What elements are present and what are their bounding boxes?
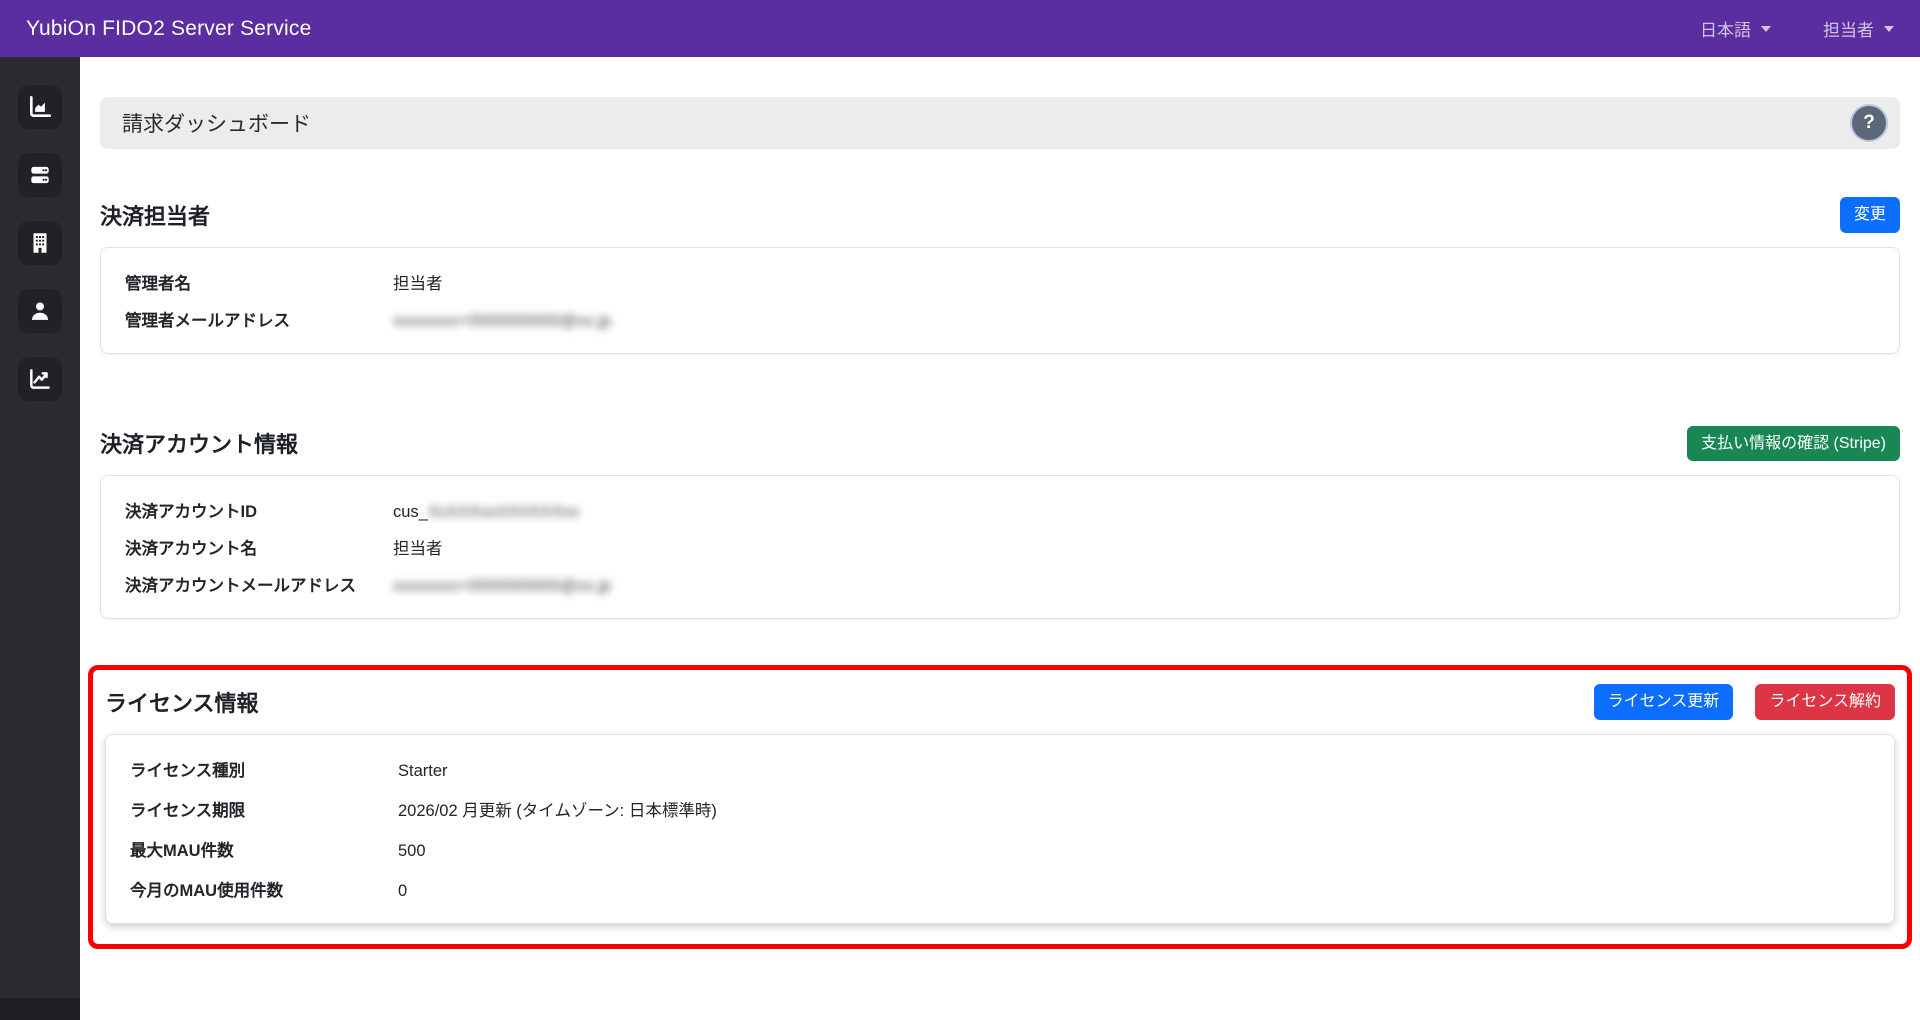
server-stack-icon (27, 162, 53, 188)
license-type-value: Starter (398, 761, 448, 780)
admin-email-value-redacted: xxxxxxxx+0000000000@xx.jp (393, 311, 612, 330)
payment-contact-section-head: 決済担当者 変更 (100, 197, 1900, 233)
table-row: 決済アカウント名 担当者 (125, 535, 1875, 559)
payment-contact-card: 管理者名 担当者 管理者メールアドレス xxxxxxxx+0000000000@… (100, 246, 1900, 354)
account-id-prefix: cus_ (393, 503, 428, 522)
license-heading: ライセンス情報 (105, 690, 259, 716)
payment-account-section-head: 決済アカウント情報 支払い情報の確認 (Stripe) (100, 425, 1900, 462)
account-id-value: cus_XxXXXxxXXXXXXxx (393, 503, 1875, 522)
account-name-label: 決済アカウント名 (125, 540, 257, 559)
account-id-redacted: XxXXXxxXXXXXXxx (427, 503, 580, 522)
line-chart-icon (27, 366, 53, 392)
license-expiry-label: ライセンス期限 (130, 801, 246, 820)
building-icon (27, 230, 53, 256)
account-menu-label: 担当者 (1823, 21, 1874, 40)
person-icon (27, 298, 53, 324)
chevron-down-icon (1884, 25, 1894, 32)
license-section-head: ライセンス情報 ライセンス更新 ライセンス解約 (105, 684, 1895, 720)
app-header: YubiOn FIDO2 Server Service 日本語 担当者 (0, 0, 1920, 57)
license-buttons: ライセンス更新 ライセンス解約 (1593, 684, 1895, 720)
area-chart-icon (27, 94, 53, 120)
main-content: 請求ダッシュボード ? 決済担当者 変更 管理者名 担当者 管理者メールアドレス… (80, 57, 1920, 1020)
table-row: 最大MAU件数 500 (130, 837, 1870, 861)
payment-account-card: 決済アカウントID cus_XxXXXxxXXXXXXxx 決済アカウント名 担… (100, 475, 1900, 620)
app-title: YubiOn FIDO2 Server Service (26, 16, 312, 40)
sidebar-bottom-strip (0, 998, 80, 1020)
payment-contact-heading: 決済担当者 (100, 203, 211, 229)
max-mau-value: 500 (398, 841, 426, 860)
sidebar-item-organization[interactable] (18, 221, 62, 265)
stripe-payment-info-button[interactable]: 支払い情報の確認 (Stripe) (1687, 425, 1900, 462)
admin-email-label: 管理者メールアドレス (125, 311, 290, 330)
payment-account-heading: 決済アカウント情報 (100, 432, 299, 458)
table-row: 管理者メールアドレス xxxxxxxx+0000000000@xx.jp (125, 307, 1875, 331)
help-icon[interactable]: ? (1852, 106, 1886, 140)
sidebar-item-servers[interactable] (18, 153, 62, 197)
admin-name-value: 担当者 (393, 274, 443, 293)
sidebar-item-statistics[interactable] (18, 357, 62, 401)
table-row: 今月のMAU使用件数 0 (130, 877, 1870, 901)
license-renew-button[interactable]: ライセンス更新 (1593, 684, 1734, 720)
table-row: 決済アカウントメールアドレス xxxxxxxx+0000000000@xx.jp (125, 572, 1875, 596)
table-row: ライセンス種別 Starter (130, 757, 1870, 781)
license-card: ライセンス種別 Starter ライセンス期限 2026/02 月更新 (タイム… (105, 733, 1895, 924)
change-button[interactable]: 変更 (1839, 197, 1900, 233)
current-mau-label: 今月のMAU使用件数 (130, 881, 284, 900)
account-email-label: 決済アカウントメールアドレス (125, 577, 356, 596)
chevron-down-icon (1761, 25, 1771, 32)
max-mau-label: 最大MAU件数 (130, 841, 234, 860)
sidebar-item-billing-dashboard[interactable] (18, 85, 62, 129)
table-row: 管理者名 担当者 (125, 270, 1875, 294)
account-menu[interactable]: 担当者 (1823, 16, 1894, 41)
license-cancel-button[interactable]: ライセンス解約 (1755, 684, 1895, 720)
license-highlight-box: ライセンス情報 ライセンス更新 ライセンス解約 ライセンス種別 Starter … (88, 665, 1912, 949)
account-id-label: 決済アカウントID (125, 503, 257, 522)
language-menu[interactable]: 日本語 (1700, 16, 1771, 41)
page-title: 請求ダッシュボード (122, 113, 311, 136)
page-titlebar: 請求ダッシュボード ? (100, 97, 1900, 149)
account-name-value: 担当者 (393, 540, 443, 559)
account-email-value-redacted: xxxxxxxx+0000000000@xx.jp (393, 577, 612, 596)
table-row: ライセンス期限 2026/02 月更新 (タイムゾーン: 日本標準時) (130, 797, 1870, 821)
language-menu-label: 日本語 (1700, 21, 1751, 40)
admin-name-label: 管理者名 (125, 274, 191, 293)
table-row: 決済アカウントID cus_XxXXXxxXXXXXXxx (125, 498, 1875, 522)
sidebar-item-users[interactable] (18, 289, 62, 333)
license-expiry-value: 2026/02 月更新 (タイムゾーン: 日本標準時) (398, 801, 717, 820)
license-type-label: ライセンス種別 (130, 761, 246, 780)
current-mau-value: 0 (398, 881, 408, 900)
sidebar (0, 57, 80, 998)
